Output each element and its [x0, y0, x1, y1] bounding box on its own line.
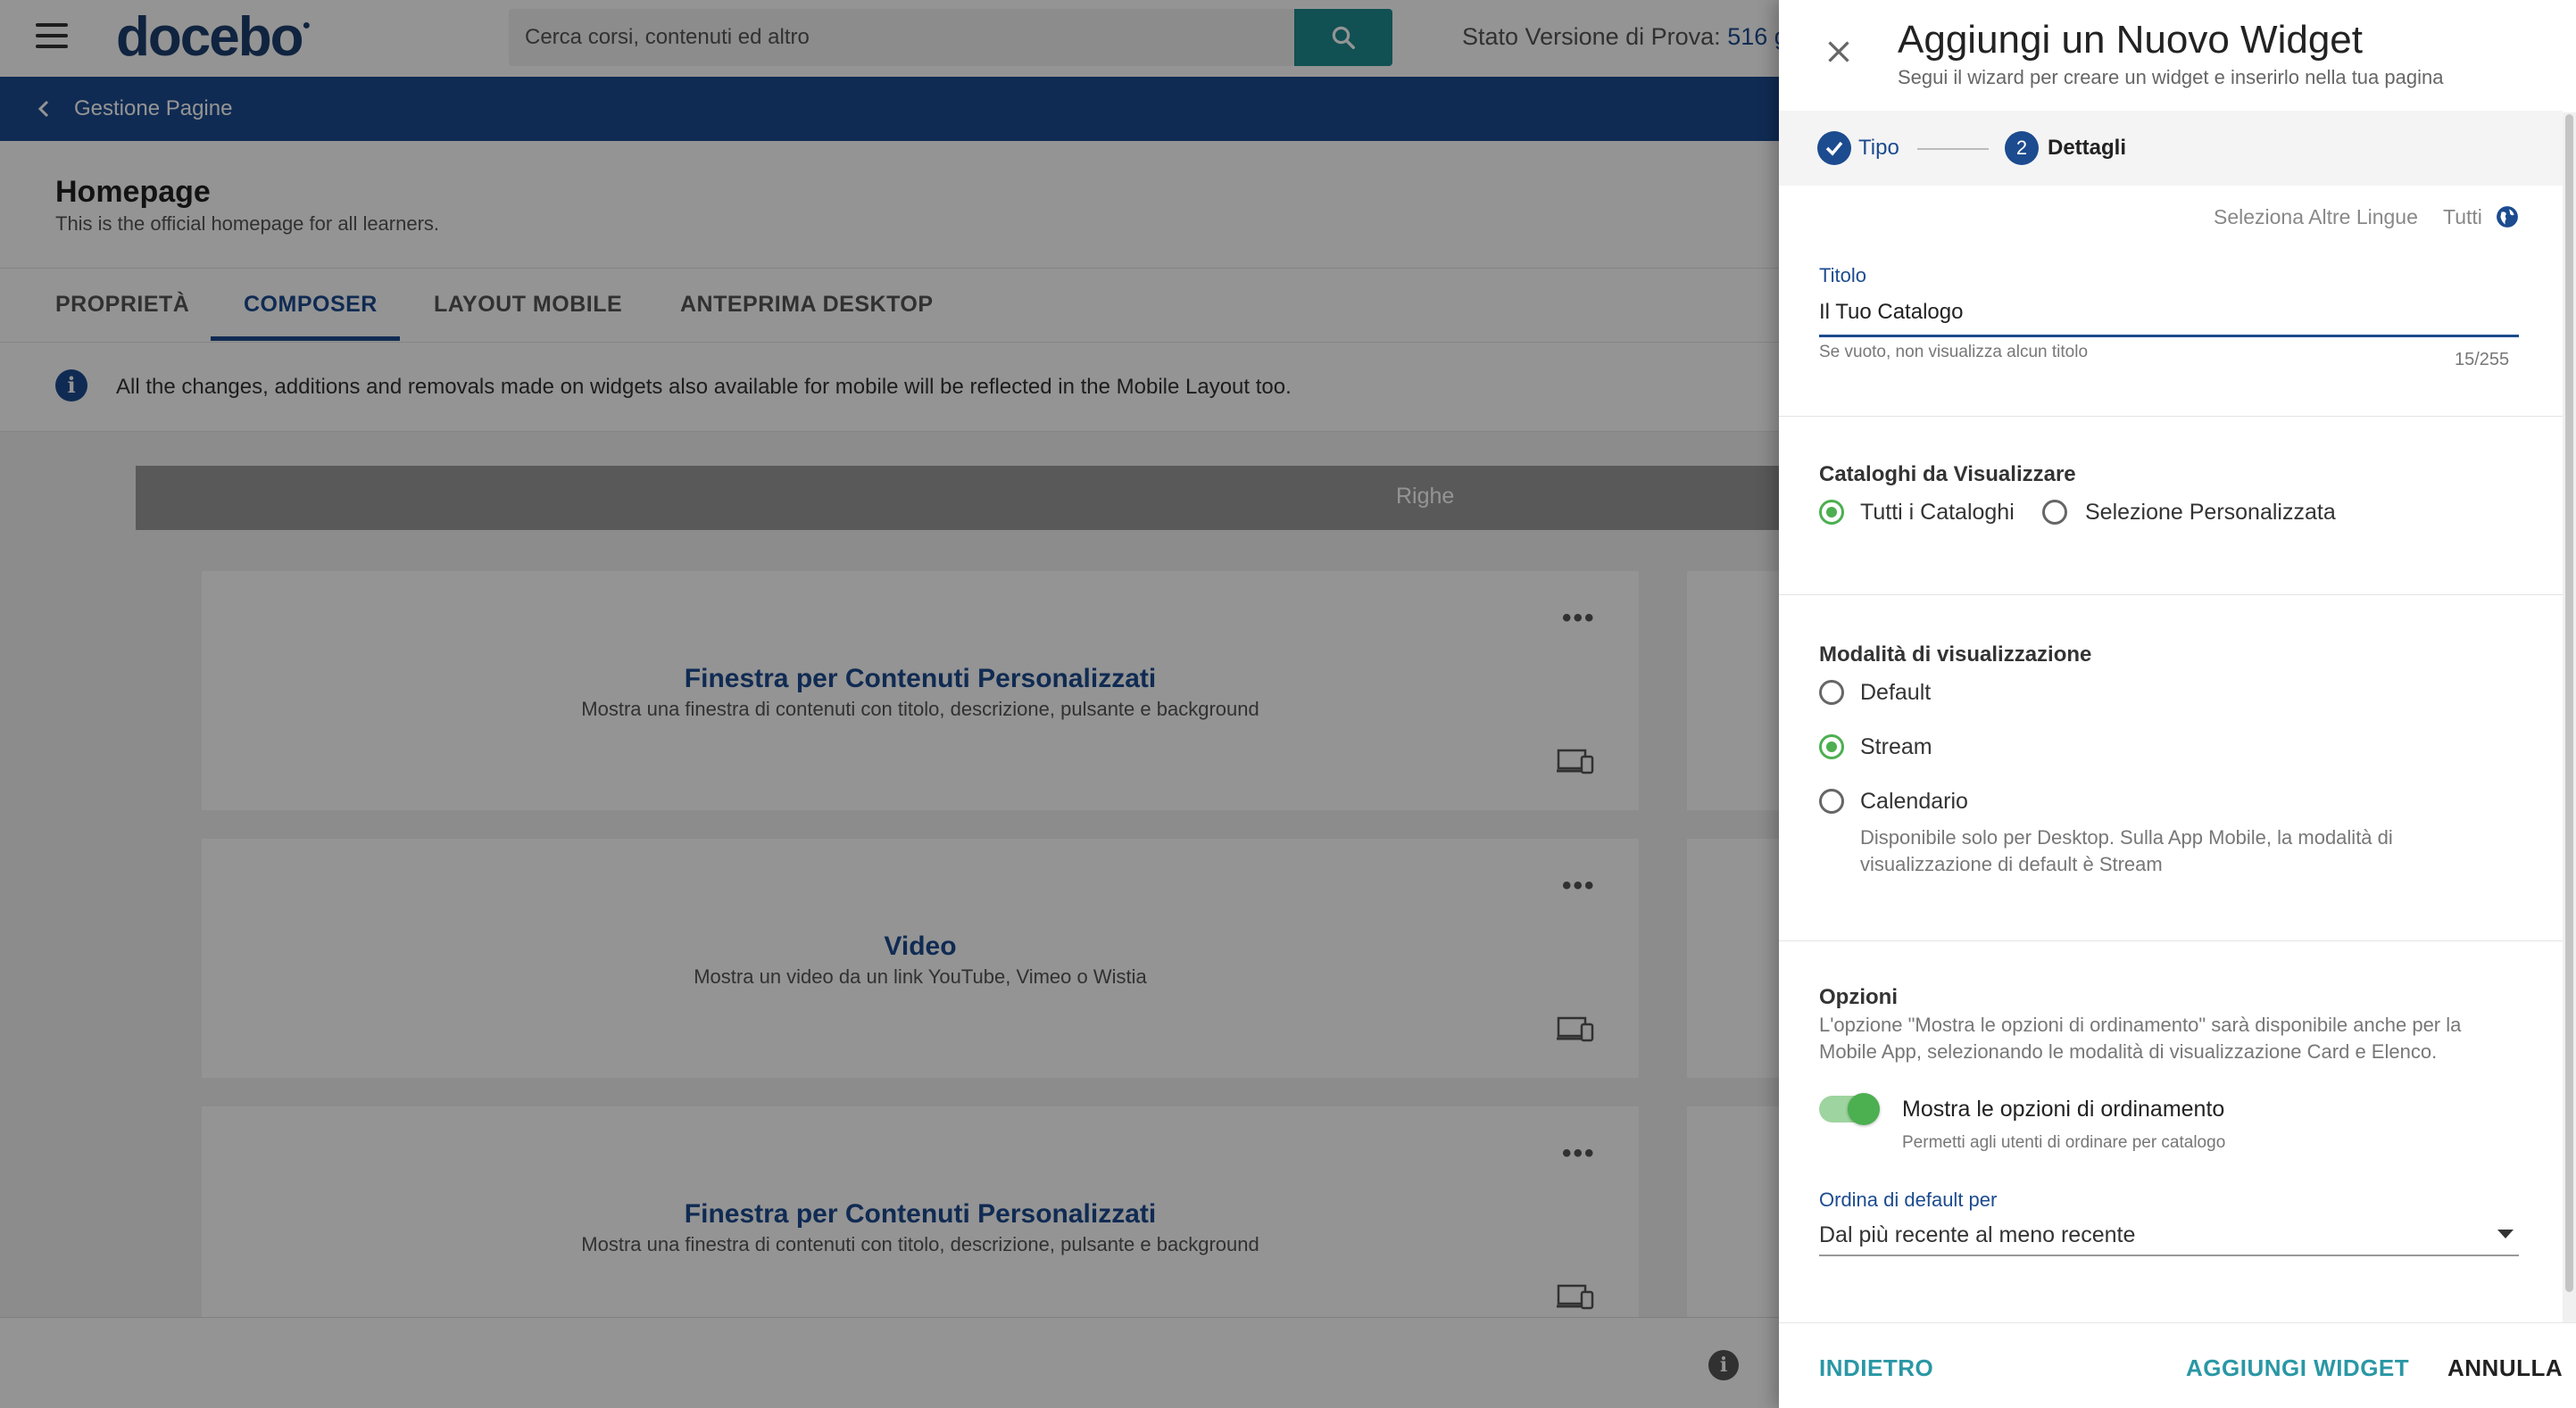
radio-calendar-label[interactable]: Calendario: [1860, 789, 1968, 815]
step-1-label[interactable]: Tipo: [1858, 136, 1899, 161]
sort-options-toggle[interactable]: [1819, 1093, 1880, 1125]
scrollbar-thumb[interactable]: [2565, 114, 2573, 1292]
step-2-label: Dettagli: [2048, 136, 2127, 160]
radio-all-catalogs-label[interactable]: Tutti i Cataloghi: [1860, 500, 2015, 526]
back-button[interactable]: INDIETRO: [1819, 1354, 1933, 1382]
globe-icon[interactable]: [2496, 205, 2519, 228]
radio-custom-selection[interactable]: [2042, 500, 2067, 525]
language-selector-value[interactable]: Tutti: [2443, 205, 2482, 229]
default-sort-label: Ordina di default per: [1819, 1189, 1998, 1211]
default-sort-select[interactable]: Dal più recente al meno recente: [1819, 1217, 2519, 1256]
sort-options-label[interactable]: Mostra le opzioni di ordinamento: [1902, 1097, 2224, 1122]
title-input[interactable]: [1819, 293, 2519, 337]
radio-default[interactable]: [1819, 680, 1844, 705]
step-1-circle[interactable]: [1817, 131, 1851, 165]
options-note: L'opzione "Mostra le opzioni di ordiname…: [1819, 1014, 2462, 1063]
toggle-knob: [1848, 1093, 1880, 1125]
divider: [1779, 940, 2563, 941]
title-field-label: Titolo: [1819, 264, 1866, 286]
display-mode-section-title: Modalità di visualizzazione: [1819, 642, 2092, 667]
default-sort-value: Dal più recente al meno recente: [1819, 1222, 2136, 1247]
radio-custom-selection-label[interactable]: Selezione Personalizzata: [2085, 500, 2336, 526]
drawer-title: Aggiungi un Nuovo Widget: [1898, 18, 2363, 62]
modal-overlay[interactable]: [0, 0, 1779, 1408]
title-helper-text: Se vuoto, non visualizza alcun titolo: [1819, 343, 2089, 361]
drawer-scrollbar[interactable]: [2563, 112, 2576, 1326]
catalogs-section-title: Cataloghi da Visualizzare: [1819, 462, 2076, 486]
step-connector: [1917, 148, 1989, 150]
language-selector-label[interactable]: Seleziona Altre Lingue: [2214, 205, 2418, 229]
check-icon: [1825, 141, 1843, 156]
caret-down-icon: [2497, 1230, 2514, 1238]
radio-stream-label[interactable]: Stream: [1860, 734, 1932, 760]
radio-stream[interactable]: [1819, 734, 1844, 759]
drawer-subtitle: Segui il wizard per creare un widget e i…: [1898, 66, 2444, 88]
step-2-circle: 2: [2005, 131, 2039, 165]
cancel-button[interactable]: ANNULLA: [2447, 1354, 2563, 1382]
close-icon[interactable]: [1823, 36, 1855, 68]
add-widget-button[interactable]: AGGIUNGI WIDGET: [2186, 1354, 2409, 1382]
divider: [1779, 416, 2563, 417]
divider: [1779, 594, 2563, 595]
radio-all-catalogs[interactable]: [1819, 500, 1844, 525]
radio-calendar[interactable]: [1819, 789, 1844, 814]
radio-default-label[interactable]: Default: [1860, 680, 1931, 706]
sort-options-helper: Permetti agli utenti di ordinare per cat…: [1902, 1133, 2226, 1152]
calendar-note: Disponibile solo per Desktop. Sulla App …: [1860, 826, 2393, 875]
title-char-counter: 15/255: [2455, 350, 2510, 369]
options-section-title: Opzioni: [1819, 985, 1898, 1009]
